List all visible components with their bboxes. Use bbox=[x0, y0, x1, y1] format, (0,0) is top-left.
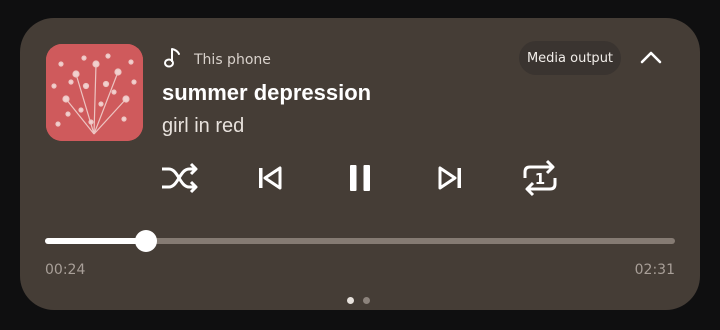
next-button[interactable] bbox=[432, 160, 468, 200]
media-output-button[interactable]: Media output bbox=[519, 41, 621, 75]
seek-thumb[interactable] bbox=[134, 230, 157, 252]
repeat-mode-label: 1 bbox=[535, 170, 545, 188]
repeat-one-icon: 1 bbox=[519, 158, 561, 202]
pause-icon bbox=[345, 163, 375, 197]
page-dot[interactable] bbox=[347, 297, 354, 304]
album-art-image bbox=[46, 44, 143, 141]
play-pause-button[interactable] bbox=[338, 160, 382, 200]
seek-bar[interactable] bbox=[45, 230, 675, 252]
music-note-icon bbox=[164, 47, 182, 73]
previous-button[interactable] bbox=[252, 160, 288, 200]
seek-progress bbox=[45, 238, 146, 244]
elapsed-time: 00:24 bbox=[45, 262, 86, 278]
repeat-button[interactable]: 1 bbox=[516, 158, 564, 202]
track-title: summer depression bbox=[162, 80, 372, 105]
output-source: This phone bbox=[164, 48, 271, 72]
chevron-up-icon bbox=[640, 49, 662, 68]
shuffle-icon bbox=[160, 161, 200, 199]
skip-previous-icon bbox=[256, 165, 284, 195]
page-dot[interactable] bbox=[363, 297, 370, 304]
media-player-card: This phone Media output summer depressio… bbox=[20, 18, 700, 310]
total-duration: 02:31 bbox=[634, 262, 675, 278]
album-art[interactable] bbox=[46, 44, 143, 141]
track-artist: girl in red bbox=[162, 115, 245, 137]
skip-next-icon bbox=[436, 165, 464, 195]
page-indicator bbox=[347, 297, 370, 304]
shuffle-button[interactable] bbox=[158, 160, 202, 200]
source-label: This phone bbox=[194, 52, 271, 68]
collapse-button[interactable] bbox=[637, 45, 665, 71]
